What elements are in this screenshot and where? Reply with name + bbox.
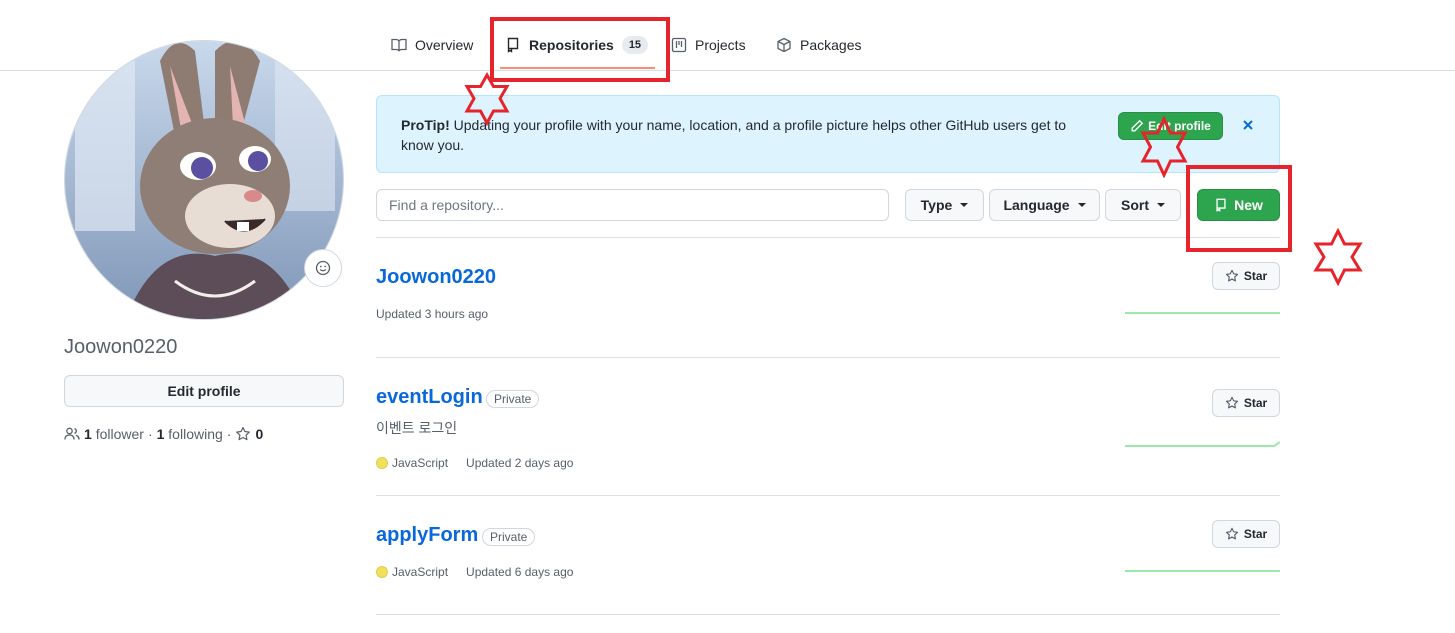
pencil-icon [1131, 119, 1144, 132]
repo-language: JavaScript [392, 456, 449, 470]
close-icon [1243, 120, 1253, 130]
star-icon [1225, 396, 1238, 409]
type-filter-button[interactable]: Type [905, 189, 984, 221]
caret-down-icon [1157, 203, 1165, 207]
star-icon [1225, 527, 1238, 540]
activity-sparkline [1125, 312, 1280, 314]
follow-stats: 1 follower · 1 following · 0 [64, 426, 263, 442]
protip-dismiss-button[interactable] [1237, 114, 1259, 136]
divider [376, 237, 1280, 238]
book-icon [391, 38, 407, 52]
tab-packages[interactable]: Packages [776, 28, 861, 62]
star-button[interactable]: Star [1212, 389, 1280, 417]
find-repository-input[interactable] [376, 189, 889, 221]
followers-link[interactable]: 1 follower [84, 426, 144, 442]
tab-repositories-label: Repositories [529, 37, 614, 53]
activity-sparkline [1125, 570, 1280, 572]
visibility-badge: Private [486, 390, 540, 408]
profile-username: Joowon0220 [64, 336, 178, 358]
sort-filter-button[interactable]: Sort [1105, 189, 1181, 221]
smiley-icon [315, 260, 331, 276]
stars-link[interactable]: 0 [235, 426, 263, 442]
language-color-dot [376, 457, 388, 469]
separator: · [147, 426, 153, 442]
repo-link[interactable]: Joowon0220 [376, 266, 496, 289]
repo-count-badge: 15 [621, 36, 649, 54]
language-color-dot [376, 566, 388, 578]
star-button[interactable]: Star [1212, 520, 1280, 548]
tab-projects-label: Projects [695, 37, 746, 53]
star-button[interactable]: Star [1212, 262, 1280, 290]
following-link[interactable]: 1 following [157, 426, 223, 442]
tab-projects[interactable]: Projects [671, 28, 746, 62]
protip-edit-profile-button[interactable]: Edit profile [1118, 112, 1223, 140]
tab-overview[interactable]: Overview [391, 28, 473, 62]
star-icon [236, 426, 251, 441]
project-icon [671, 37, 687, 53]
activity-sparkline [1125, 441, 1280, 447]
new-repository-button[interactable]: New [1197, 189, 1280, 221]
repo-language: JavaScript [392, 565, 449, 579]
repo-meta: Updated 3 hours ago [376, 307, 489, 321]
people-icon [64, 427, 80, 440]
avatar-image [65, 41, 343, 319]
caret-down-icon [1077, 203, 1086, 207]
repo-updated: Updated 2 days ago [466, 456, 574, 470]
protip-text: ProTip! Updating your profile with your … [401, 117, 1067, 153]
package-icon [777, 37, 791, 53]
separator: · [226, 426, 232, 442]
caret-down-icon [960, 203, 969, 207]
repo-icon [507, 37, 519, 53]
divider [376, 495, 1280, 496]
visibility-badge: Private [482, 528, 536, 546]
tab-overview-label: Overview [415, 37, 474, 53]
repo-meta: JavaScript Updated 2 days ago [376, 456, 573, 470]
avatar[interactable] [64, 40, 344, 320]
divider [376, 357, 1280, 358]
edit-profile-button[interactable]: Edit profile [64, 375, 344, 407]
language-filter-button[interactable]: Language [989, 189, 1100, 221]
repo-icon [1216, 198, 1226, 212]
repo-meta: JavaScript Updated 6 days ago [376, 565, 573, 579]
set-status-button[interactable] [304, 249, 342, 287]
star-icon [1225, 269, 1238, 282]
annotation-star-icon [1313, 228, 1363, 286]
divider [376, 614, 1280, 615]
repo-updated: Updated 6 days ago [466, 565, 574, 579]
tab-packages-label: Packages [800, 37, 862, 53]
repo-link[interactable]: eventLogin [376, 386, 483, 409]
repo-link[interactable]: applyForm [376, 524, 478, 547]
repo-description: 이벤트 로그인 [376, 420, 458, 436]
active-tab-underline [500, 67, 655, 69]
tab-repositories[interactable]: Repositories 15 [505, 28, 649, 62]
protip-banner: ProTip! Updating your profile with your … [376, 95, 1280, 173]
